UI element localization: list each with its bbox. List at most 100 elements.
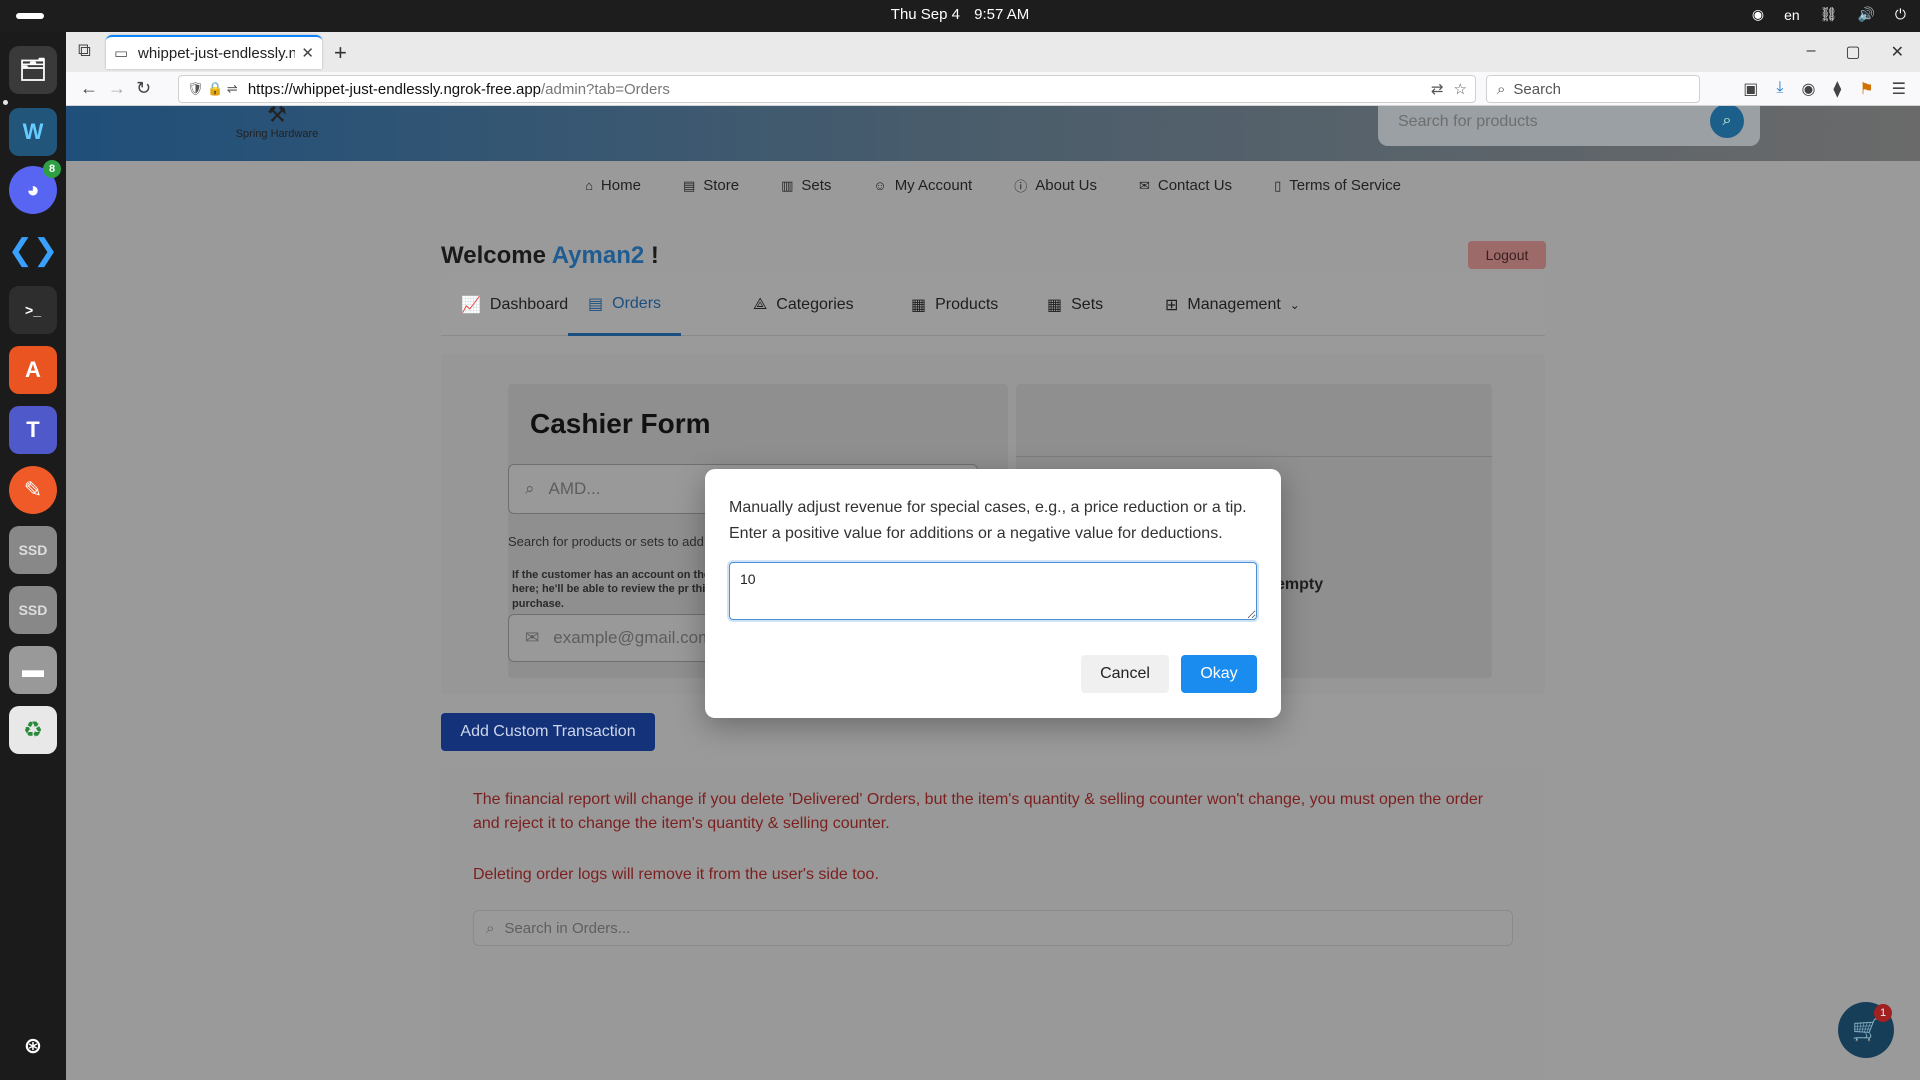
dialog-message: Manually adjust revenue for special case… [729, 499, 1247, 542]
system-clock[interactable]: Thu Sep 4 9:57 AM [0, 6, 1920, 23]
tab-products[interactable]: ▦ Products [911, 274, 998, 336]
orders-search-input[interactable]: ⌕ Search in Orders... [473, 910, 1513, 946]
search-icon: ⌕ [525, 479, 535, 498]
volume-icon[interactable]: 🔊 [1857, 6, 1874, 23]
add-custom-transaction-button[interactable]: Add Custom Transaction [441, 713, 655, 751]
nav-store[interactable]: ▤ Store [683, 176, 739, 195]
browser-tab-bar: ⧉ ▭ whippet-just-endlessly.ng ✕ + – ▢ ✕ [66, 32, 1920, 72]
url-bar[interactable]: 🛡 🔒 ⇌ https://whippet-just-endlessly.ngr… [178, 75, 1476, 103]
tab-favicon-icon: ▭ [114, 45, 129, 62]
tab-overview-icon[interactable]: ⧉ [78, 40, 91, 61]
nav-contact-us[interactable]: ✉ Contact Us [1139, 176, 1232, 195]
nav-terms[interactable]: ▯ Terms of Service [1274, 176, 1401, 195]
discord-tray-icon[interactable]: ◉ [1752, 6, 1764, 23]
trash-icon[interactable]: ♻ [9, 706, 57, 754]
logout-button[interactable]: Logout [1468, 241, 1546, 269]
product-search-help: Search for products or sets to add [508, 534, 704, 549]
tab-management[interactable]: ⊞ Management ⌄ [1165, 274, 1300, 336]
security-lock-icon[interactable]: 🛡 🔒 ⇌ [187, 81, 238, 97]
orders-warning-panel: The financial report will change if you … [441, 770, 1545, 1080]
chevron-down-icon: ⌄ [1289, 298, 1300, 312]
maximize-icon[interactable]: ▢ [1845, 42, 1860, 62]
cart-floating-button[interactable]: 🛒 1 [1838, 1002, 1894, 1058]
logo-icon: ⚒ [267, 106, 287, 127]
revenue-adjustment-input[interactable] [729, 562, 1257, 620]
forward-icon[interactable]: → [108, 78, 126, 99]
vscode-icon[interactable]: ❮❯ [8, 226, 58, 274]
browser-search-field[interactable]: ⌕ Search [1486, 75, 1700, 103]
divider [1016, 456, 1492, 457]
chart-icon: 📈 [461, 297, 481, 314]
show-apps-icon[interactable]: ⊛ [9, 1022, 57, 1070]
browser-nav-bar: ← → ↻ 🛡 🔒 ⇌ https://whippet-just-endless… [66, 72, 1920, 106]
tab-sets[interactable]: ▦ Sets [1047, 274, 1103, 336]
teams-icon[interactable]: T [9, 406, 57, 454]
drive-icon[interactable]: ▬ [9, 646, 57, 694]
info-icon: ⓘ [1014, 179, 1028, 194]
browser-toolbar: ▣ ⤓ ◉ ⧫ ⚑ ☰ [1743, 79, 1906, 99]
close-window-icon[interactable]: ✕ [1891, 42, 1904, 62]
user-icon: ☺ [873, 178, 887, 193]
discord-icon[interactable]: ◕ 8 [9, 160, 61, 214]
mail-icon: ✉ [525, 628, 540, 647]
extension-alert-icon[interactable]: ⚑ [1859, 79, 1873, 99]
nav-about-us[interactable]: ⓘ About Us [1014, 176, 1097, 195]
tab-categories[interactable]: ⟁ Categories [753, 274, 854, 336]
language-indicator[interactable]: en [1784, 7, 1800, 23]
translate-icon[interactable]: ⇄ [1431, 80, 1444, 98]
cancel-button[interactable]: Cancel [1081, 655, 1169, 693]
power-icon[interactable]: ⏻ [1895, 6, 1906, 23]
new-tab-icon[interactable]: + [334, 40, 347, 66]
pocket-icon[interactable]: ▣ [1743, 79, 1758, 99]
bookmark-star-icon[interactable]: ☆ [1454, 80, 1467, 98]
ssd-drive-icon[interactable]: SSD [9, 586, 57, 634]
site-search-button[interactable]: ⌕ [1710, 106, 1744, 138]
list-icon: ▥ [781, 177, 794, 193]
grid-icon: ▦ [1047, 297, 1063, 314]
delivered-orders-warning: The financial report will change if you … [473, 791, 1484, 832]
extensions-icon[interactable]: ⧫ [1833, 79, 1841, 99]
shopping-bag-icon: ▤ [682, 177, 696, 193]
username: Ayman2 [551, 242, 645, 269]
account-icon[interactable]: ◉ [1801, 79, 1815, 99]
cashier-form-title: Cashier Form [530, 408, 711, 439]
welcome-heading: Welcome Ayman2 ! [441, 242, 659, 269]
main-nav: ⌂ Home ▤ Store ▥ Sets ☺ My Account ⓘ About Us… [66, 176, 1920, 195]
network-icon[interactable]: ⛓ [1820, 6, 1838, 23]
search-icon: ⌕ [1497, 80, 1506, 98]
menu-icon[interactable]: ☰ [1892, 79, 1906, 99]
okay-button[interactable]: Okay [1181, 655, 1257, 693]
files-icon[interactable]: 🗂 [9, 46, 57, 94]
nav-my-account[interactable]: ☺ My Account [873, 176, 972, 195]
terminal-icon[interactable]: >_ [9, 286, 57, 334]
shapes-icon: ⟁ [753, 296, 768, 313]
ssd-drive-icon[interactable]: SSD [9, 526, 57, 574]
mail-icon: ✉ [1138, 177, 1150, 193]
reload-icon[interactable]: ↻ [136, 78, 151, 99]
admin-tabs: 📈 Dashboard ▤ Orders ⟁ Categories ▦ Products… [441, 274, 1545, 336]
order-logs-warning: Deleting order logs will remove it from … [473, 866, 879, 883]
close-tab-icon[interactable]: ✕ [301, 44, 314, 62]
system-tray: ◉ en ⛓ 🔊 ⏻ [1752, 6, 1906, 23]
site-search-input[interactable]: Search for products ⌕ [1378, 106, 1760, 146]
browser-tab[interactable]: ▭ whippet-just-endlessly.ng ✕ [106, 35, 322, 69]
cart-count-badge: 1 [1874, 1004, 1892, 1022]
dashboard-grid-icon: ⊞ [1165, 297, 1179, 314]
receipt-icon: ▤ [588, 295, 604, 313]
downloads-icon[interactable]: ⤓ [1776, 79, 1783, 99]
minimize-icon[interactable]: – [1807, 42, 1816, 62]
nav-home[interactable]: ⌂ Home [585, 176, 641, 195]
app-center-icon[interactable]: A [9, 346, 57, 394]
document-icon: ▯ [1274, 177, 1282, 193]
cart-empty-text: empty [1276, 576, 1324, 593]
back-icon[interactable]: ← [80, 78, 98, 99]
site-logo[interactable]: ⚒ Spring Hardware [222, 106, 332, 161]
nav-sets[interactable]: ▥ Sets [781, 176, 831, 195]
windsurf-icon[interactable]: W [9, 108, 57, 156]
url-path: /admin?tab=Orders [541, 80, 670, 98]
window-controls: – ▢ ✕ [1807, 42, 1904, 62]
postman-icon[interactable]: ✎ [9, 466, 57, 514]
tab-dashboard[interactable]: 📈 Dashboard [461, 274, 568, 336]
dock: 🗂 W ◕ 8 ❮❯ >_ A T ✎ SSD SSD ▬ ♻ ⊛ [0, 32, 66, 1080]
tab-orders[interactable]: ▤ Orders [568, 274, 682, 336]
